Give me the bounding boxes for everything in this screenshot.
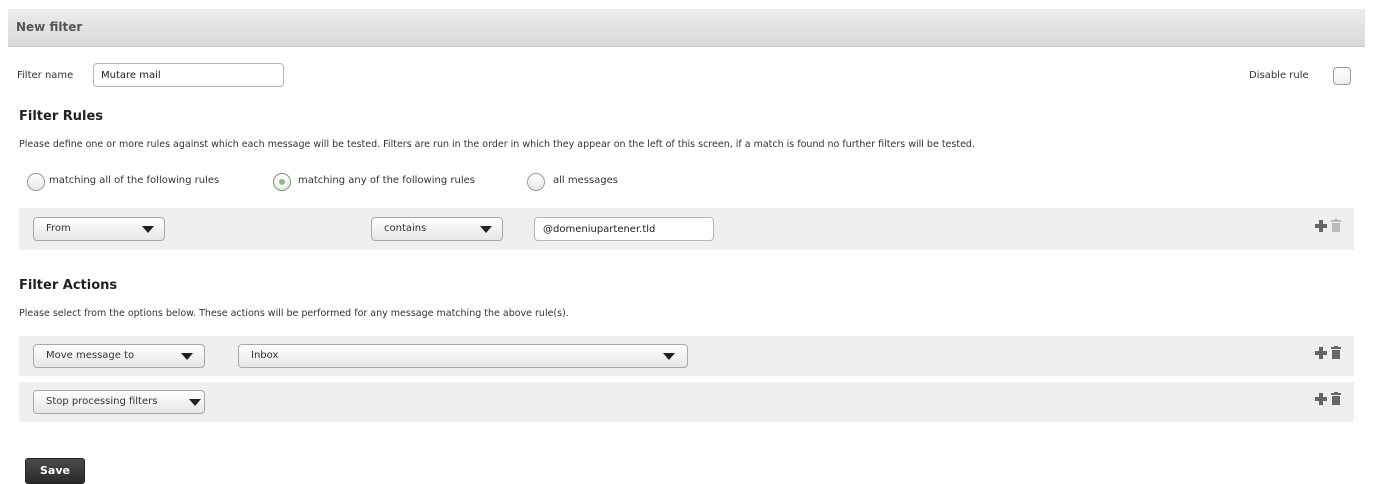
page-header: New filter bbox=[8, 9, 1365, 47]
save-button[interactable]: Save bbox=[25, 458, 85, 484]
filter-actions-heading: Filter Actions bbox=[19, 278, 118, 293]
page-title: New filter bbox=[16, 20, 83, 34]
trash-icon[interactable] bbox=[1331, 219, 1341, 232]
match-any-label[interactable]: matching any of the following rules bbox=[298, 175, 475, 186]
match-any-radio[interactable] bbox=[273, 173, 291, 191]
all-messages-radio[interactable] bbox=[527, 173, 545, 191]
chevron-down-icon bbox=[480, 226, 492, 233]
filter-name-label: Filter name bbox=[17, 70, 74, 81]
chevron-down-icon bbox=[181, 353, 193, 360]
rule-field-value: From bbox=[46, 223, 71, 234]
chevron-down-icon bbox=[142, 226, 154, 233]
rule-operator-value: contains bbox=[384, 223, 427, 234]
action-type-value: Stop processing filters bbox=[46, 396, 158, 407]
action-row: Move message to Inbox bbox=[19, 336, 1354, 376]
trash-icon[interactable] bbox=[1331, 346, 1341, 359]
action-type-value: Move message to bbox=[46, 350, 135, 361]
match-all-radio[interactable] bbox=[27, 173, 45, 191]
rule-field-select[interactable]: From bbox=[33, 217, 165, 241]
action-type-select[interactable]: Stop processing filters bbox=[33, 390, 205, 414]
action-type-select[interactable]: Move message to bbox=[33, 344, 205, 368]
plus-icon[interactable] bbox=[1315, 347, 1327, 359]
disable-rule-checkbox[interactable] bbox=[1333, 67, 1351, 85]
filter-rules-description: Please define one or more rules against … bbox=[19, 139, 975, 150]
action-row: Stop processing filters bbox=[19, 382, 1354, 422]
filter-actions-description: Please select from the options below. Th… bbox=[19, 308, 569, 319]
chevron-down-icon bbox=[663, 353, 675, 360]
trash-icon[interactable] bbox=[1331, 392, 1341, 405]
all-messages-label[interactable]: all messages bbox=[553, 175, 618, 186]
disable-rule-label: Disable rule bbox=[1249, 70, 1309, 81]
filter-rules-heading: Filter Rules bbox=[19, 109, 104, 124]
plus-icon[interactable] bbox=[1315, 393, 1327, 405]
filter-name-input[interactable] bbox=[93, 63, 284, 87]
plus-icon[interactable] bbox=[1315, 220, 1327, 232]
match-all-label[interactable]: matching all of the following rules bbox=[49, 175, 219, 186]
folder-value: Inbox bbox=[251, 350, 279, 361]
rule-row: From contains bbox=[19, 208, 1354, 250]
chevron-down-icon bbox=[189, 399, 201, 406]
rule-value-input[interactable] bbox=[534, 217, 714, 241]
folder-select[interactable]: Inbox bbox=[238, 344, 688, 368]
rule-operator-select[interactable]: contains bbox=[371, 217, 503, 241]
